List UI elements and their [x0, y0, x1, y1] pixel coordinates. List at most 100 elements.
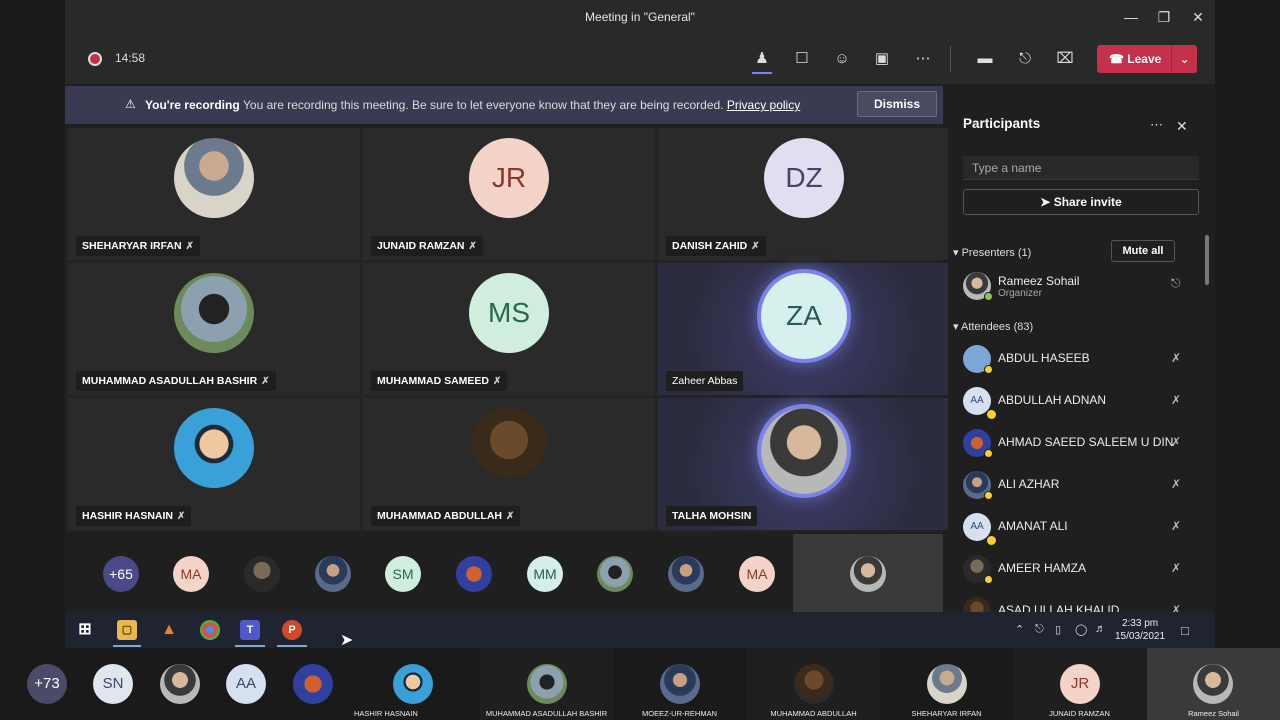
wifi-icon[interactable]: ◯ — [1075, 623, 1087, 636]
participant-bubble[interactable]: AA — [226, 664, 266, 704]
windows-start-icon[interactable]: ⊞ — [75, 620, 95, 640]
close-window-icon[interactable]: ✕ — [1188, 7, 1208, 27]
system-clock[interactable]: 2:33 pm 15/03/2021 — [1115, 617, 1165, 643]
attendee-row[interactable]: ALI AZHAR ✗ — [963, 465, 1203, 505]
self-view[interactable] — [793, 534, 943, 612]
teams-icon[interactable]: T — [240, 620, 260, 640]
strip-avatar[interactable] — [315, 556, 351, 592]
attendee-row[interactable]: ASAD ULLAH KHALID ✗ — [963, 591, 1203, 612]
presence-badge — [984, 365, 993, 374]
volume-icon[interactable]: ♬ — [1095, 623, 1106, 635]
strip-avatar[interactable]: MA — [739, 556, 775, 592]
attendee-name: ABDULLAH ADNAN — [998, 393, 1107, 407]
participant-photo — [1193, 664, 1233, 704]
outer-participant-strip: +73 SN AA HASHIR HASNAIN MUHAMMAD ASADUL… — [0, 648, 1280, 720]
strip-avatar[interactable] — [456, 556, 492, 592]
participant-tile[interactable]: SHEHARYAR IRFAN — [880, 648, 1013, 720]
windows-taskbar: ⊞ ▢ ▲ T P ⌃ ⎋ ▯ ◯ ♬ 2:33 pm 15/03/2021 □ — [65, 612, 1215, 648]
participant-tile[interactable]: MUHAMMAD ASADULLAH BASHIR — [480, 648, 613, 720]
more-participants-bubble[interactable]: +73 — [27, 664, 67, 704]
participant-bubble[interactable] — [160, 664, 200, 704]
teams-meeting-window: Meeting in "General" — ❐ ✕ 14:58 ♟ ☐ ☺ ▣… — [65, 0, 1215, 612]
microphone-tray-icon[interactable]: ⎋ — [1035, 623, 1044, 636]
video-tile[interactable]: JR JUNAID RAMZAN ✗ — [363, 128, 655, 260]
file-explorer-icon[interactable]: ▢ — [117, 620, 137, 640]
video-tile-speaking[interactable]: TALHA MOHSIN — [658, 398, 950, 530]
participant-bubble[interactable]: SN — [93, 664, 133, 704]
vlc-icon[interactable]: ▲ — [159, 620, 179, 640]
participants-icon[interactable]: ♟ — [752, 49, 772, 69]
attendee-avatar: AA — [963, 387, 991, 415]
mute-all-button[interactable]: Mute all — [1111, 240, 1175, 262]
maximize-icon[interactable]: ❐ — [1154, 7, 1174, 27]
attendee-name: AHMAD SAEED SALEEM U DIN — [998, 435, 1174, 449]
battery-icon[interactable]: ▯ — [1055, 623, 1061, 636]
mic-off-icon: ✗ — [751, 241, 760, 252]
participants-panel: Participants ⋯ ✕ ➤ Share invite ▾ Presen… — [948, 84, 1215, 612]
participant-tile[interactable]: MOEEZ-UR-REHMAN — [613, 648, 746, 720]
window-title: Meeting in "General" — [585, 10, 695, 24]
camera-off-icon[interactable]: ▬ — [975, 49, 995, 69]
chevron-down-icon[interactable]: ⌄ — [1171, 45, 1197, 73]
video-tile[interactable]: MUHAMMAD ABDULLAH ✗ — [363, 398, 655, 530]
share-screen-icon[interactable]: ⌧ — [1055, 49, 1075, 69]
video-tile-speaking[interactable]: ZA Zaheer Abbas — [658, 263, 950, 395]
presenter-role: Organizer — [998, 288, 1042, 299]
panel-scrollbar[interactable] — [1205, 235, 1209, 285]
banner-message-text: You are recording this meeting. Be sure … — [243, 98, 724, 112]
attendee-row[interactable]: AA AMANAT ALI ✗ — [963, 507, 1203, 547]
dismiss-button[interactable]: Dismiss — [857, 91, 937, 117]
attendees-section-toggle[interactable]: ▾ Attendees (83) — [953, 320, 1033, 333]
more-actions-icon[interactable]: ⋯ — [913, 49, 933, 69]
minimize-icon[interactable]: — — [1121, 7, 1141, 27]
strip-avatar[interactable] — [244, 556, 280, 592]
video-tile[interactable]: DZ DANISH ZAHID ✗ — [658, 128, 950, 260]
more-options-icon[interactable]: ⋯ — [1150, 117, 1163, 133]
chrome-icon[interactable] — [200, 620, 220, 640]
chat-icon[interactable]: ☐ — [792, 49, 812, 69]
participant-tile[interactable]: JR JUNAID RAMZAN — [1013, 648, 1146, 720]
powerpoint-icon[interactable]: P — [282, 620, 302, 640]
presenter-row[interactable]: Rameez Sohail Organizer ⎋ — [963, 266, 1203, 306]
attendee-row[interactable]: AHMAD SAEED SALEEM U DIN ✗ — [963, 423, 1203, 463]
participant-tile[interactable]: Rameez Sohail — [1147, 648, 1280, 720]
participant-photo — [174, 273, 254, 353]
notifications-icon[interactable]: □ — [1181, 623, 1189, 638]
mic-off-icon: ✗ — [1171, 519, 1182, 533]
attendee-row[interactable]: AMEER HAMZA ✗ — [963, 549, 1203, 589]
participant-avatar: DZ — [764, 138, 844, 218]
strip-avatar[interactable]: SM — [385, 556, 421, 592]
attendee-row[interactable]: ABDUL HASEEB ✗ — [963, 339, 1203, 379]
participant-search-input[interactable] — [963, 156, 1199, 180]
clock-date: 15/03/2021 — [1115, 631, 1166, 642]
chevron-up-icon[interactable]: ⌃ — [1015, 623, 1024, 636]
participant-tile[interactable]: HASHIR HASNAIN — [346, 648, 479, 720]
video-tile[interactable]: HASHIR HASNAIN ✗ — [68, 398, 360, 530]
privacy-policy-link[interactable]: Privacy policy — [727, 98, 800, 112]
participant-tile[interactable]: MUHAMMAD ABDULLAH — [747, 648, 880, 720]
strip-avatar[interactable] — [597, 556, 633, 592]
share-invite-button[interactable]: ➤ Share invite — [963, 189, 1199, 215]
participant-photo — [761, 408, 847, 494]
self-avatar — [850, 556, 886, 592]
more-participants-bubble[interactable]: +65 — [103, 556, 139, 592]
strip-avatar[interactable] — [668, 556, 704, 592]
leave-button[interactable]: ☎ Leave ⌄ — [1097, 45, 1197, 73]
video-tile[interactable]: MS MUHAMMAD SAMEED ✗ — [363, 263, 655, 395]
presenters-section-toggle[interactable]: ▾ Presenters (1) — [953, 246, 1031, 259]
mic-off-icon: ✗ — [1171, 393, 1182, 407]
attendee-name: ASAD ULLAH KHALID — [998, 603, 1120, 612]
microphone-icon[interactable]: ⎋ — [1015, 49, 1035, 69]
video-tile[interactable]: MUHAMMAD ASADULLAH BASHIR ✗ — [68, 263, 360, 395]
participant-bubble[interactable] — [293, 664, 333, 704]
reactions-icon[interactable]: ☺ — [832, 49, 852, 69]
strip-avatar[interactable]: MA — [173, 556, 209, 592]
close-panel-icon[interactable]: ✕ — [1176, 118, 1188, 135]
attendee-row[interactable]: AA ABDULLAH ADNAN ✗ — [963, 381, 1203, 421]
strip-avatar[interactable]: MM — [527, 556, 563, 592]
participant-name-text: JUNAID RAMZAN — [377, 240, 465, 252]
participant-label: HASHIR HASNAIN — [354, 709, 418, 718]
rooms-icon[interactable]: ▣ — [872, 49, 892, 69]
video-tile[interactable]: SHEHARYAR IRFAN ✗ — [68, 128, 360, 260]
participant-name-text: MUHAMMAD ABDULLAH — [377, 510, 503, 522]
